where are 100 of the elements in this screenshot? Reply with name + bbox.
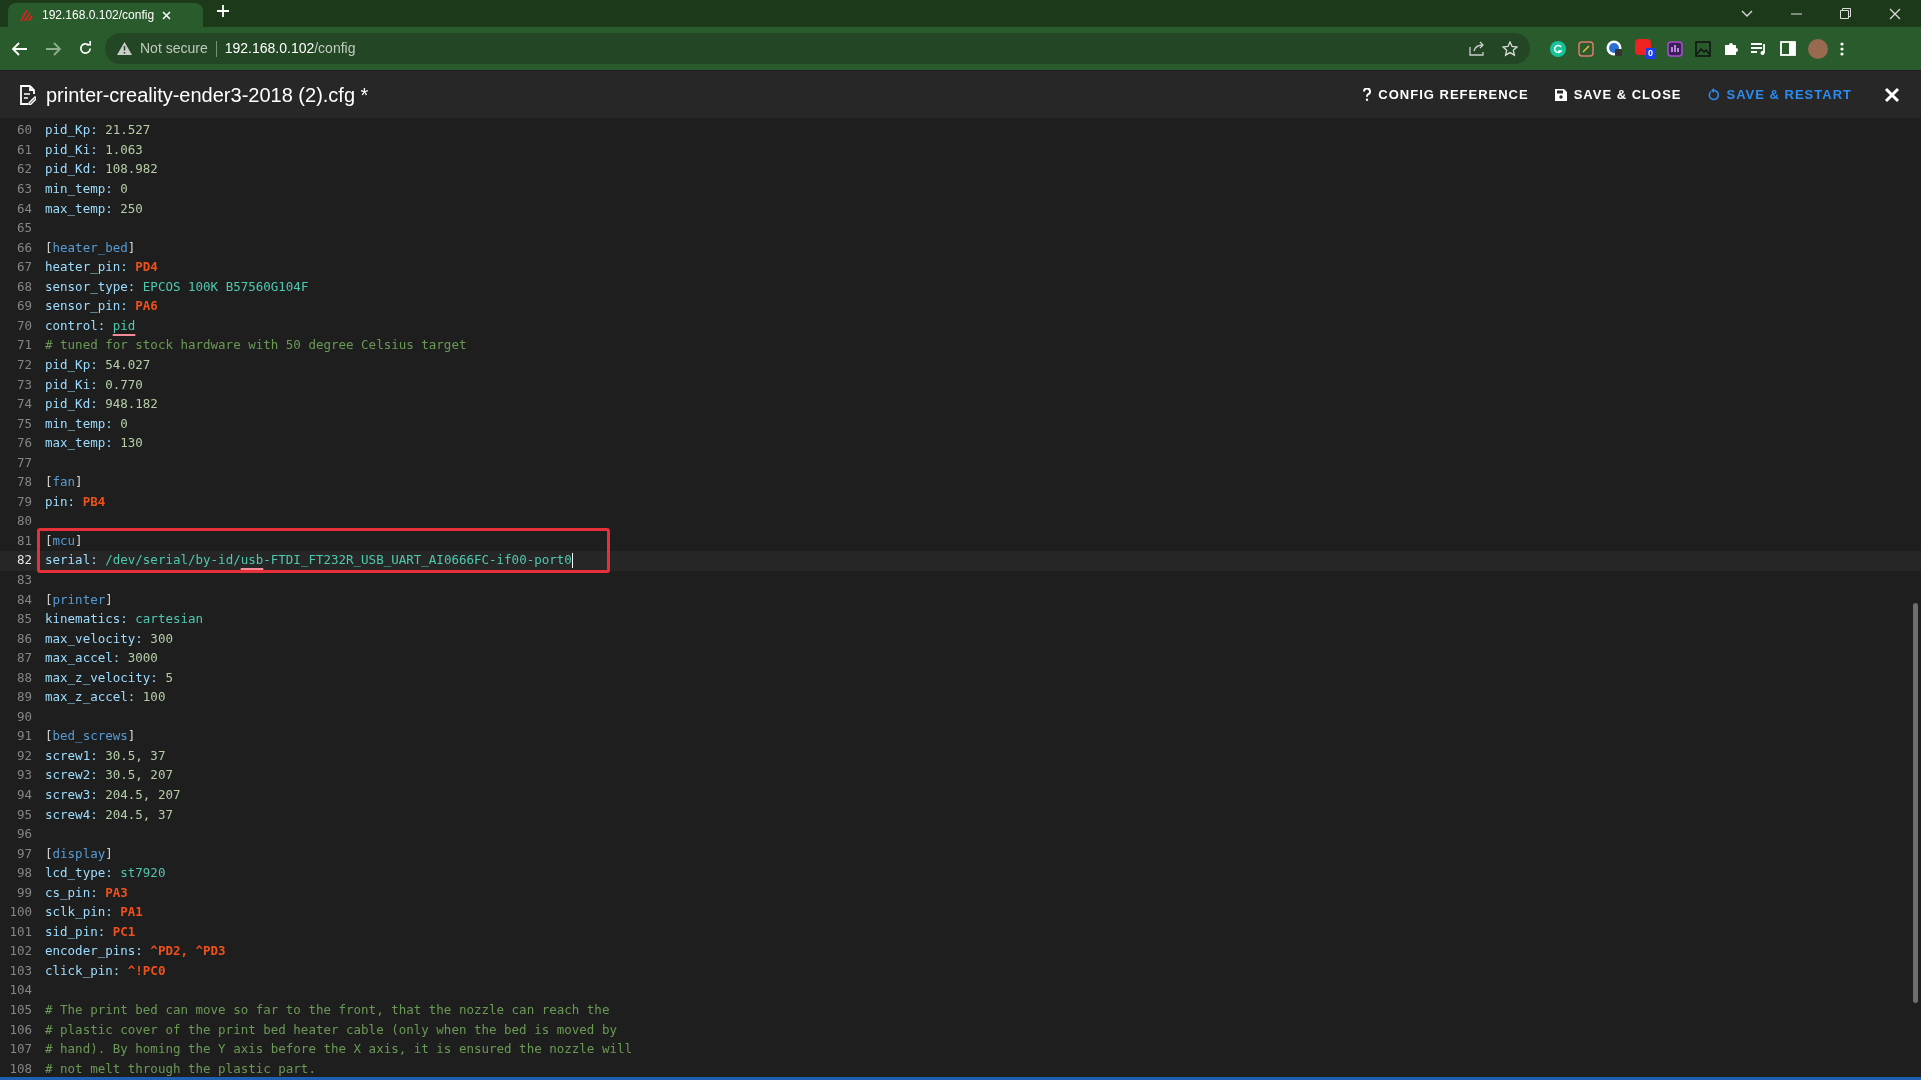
code-line: serial: /dev/serial/by-id/usb-FTDI_FT232R_USB_UART_AI0666FC-if00-port0 <box>45 551 573 571</box>
code-line: control: pid <box>45 316 136 335</box>
line-number: 96 <box>15 825 32 844</box>
code-line: pin: PB4 <box>45 492 106 511</box>
line-number: 101 <box>8 922 32 941</box>
code-line: screw3: 204.5, 207 <box>45 786 181 804</box>
code-comment: # tuned for stock hardware with 50 degree Celsius target <box>45 336 467 355</box>
star-icon[interactable] <box>1502 40 1518 57</box>
code-line: min_temp: 0 <box>45 180 128 199</box>
line-number: 95 <box>15 805 32 824</box>
section-header: [printer] <box>45 590 113 609</box>
code-comment: # The print bed can move so far to the front, that the nozzle can reach the <box>45 1001 610 1019</box>
section-header: [fan] <box>45 473 83 492</box>
code-line: max_accel: 3000 <box>45 649 158 668</box>
line-number: 71 <box>15 336 32 355</box>
line-number: 107 <box>8 1040 32 1059</box>
line-number: 93 <box>15 766 32 785</box>
section-header: [heater_bed] <box>45 238 136 257</box>
code-comment: # hand). By homing the Y axis before the X axis, it is ensured the nozzle will <box>45 1040 632 1059</box>
line-number: 69 <box>15 297 32 316</box>
file-edit-icon <box>19 84 36 105</box>
line-number: 97 <box>15 844 32 863</box>
code-line: pid_Ki: 1.063 <box>45 140 143 159</box>
line-number: 94 <box>15 786 32 804</box>
line-number: 108 <box>8 1059 32 1077</box>
line-number: 66 <box>15 238 32 257</box>
url-text: 192.168.0.102/config <box>224 39 356 58</box>
code-line: pid_Kp: 54.027 <box>45 355 151 374</box>
code-line: kinematics: cartesian <box>45 610 204 629</box>
extension-icon[interactable] <box>1606 40 1623 57</box>
line-number: 102 <box>8 942 32 961</box>
line-number: 81 <box>15 531 32 550</box>
back-arrow-icon[interactable] <box>12 41 28 56</box>
playlist-icon[interactable] <box>1751 41 1768 56</box>
line-number: 72 <box>15 355 32 374</box>
line-number: 60 <box>15 121 32 140</box>
code-line: screw4: 204.5, 37 <box>45 805 173 824</box>
code-comment: # not melt through the plastic part. <box>45 1059 316 1077</box>
reload-icon[interactable] <box>78 41 93 56</box>
minimize-icon[interactable] <box>1791 12 1802 15</box>
chevron-down-icon[interactable] <box>1741 9 1753 18</box>
code-line: click_pin: ^!PC0 <box>45 961 166 980</box>
code-line: max_velocity: 300 <box>45 629 173 648</box>
warning-icon <box>117 42 132 55</box>
code-line: screw1: 30.5, 37 <box>45 746 166 765</box>
code-line: pid_Kd: 108.982 <box>45 160 158 179</box>
line-number: 78 <box>15 473 32 492</box>
line-number: 104 <box>8 981 32 1000</box>
browser-tab[interactable]: 192.168.0.102/config <box>8 3 203 27</box>
code-line: sclk_pin: PA1 <box>45 903 143 922</box>
code-comment: # plastic cover of the print bed heater cable (only when the bed is moved by <box>45 1020 617 1039</box>
extension-icon[interactable] <box>1550 40 1566 57</box>
logo-icon <box>20 9 34 21</box>
action-button[interactable]: SAVE & CLOSE <box>1546 80 1690 109</box>
address-bar[interactable]: Not secure 192.168.0.102/config <box>105 33 1530 64</box>
line-number: 98 <box>15 864 32 883</box>
line-number: 91 <box>15 727 32 746</box>
line-number: 64 <box>15 199 32 218</box>
line-number: 89 <box>15 688 32 707</box>
line-number: 92 <box>15 746 32 765</box>
line-number: 82 <box>15 551 32 570</box>
tab-title: 192.168.0.102/config <box>42 7 155 24</box>
code-line: sensor_pin: PA6 <box>45 297 158 316</box>
line-number: 83 <box>15 570 32 589</box>
line-number: 76 <box>15 434 32 453</box>
line-number: 105 <box>8 1001 32 1019</box>
question-mark-icon <box>1363 88 1372 101</box>
action-button[interactable]: CONFIG REFERENCE <box>1355 80 1537 109</box>
line-number: 77 <box>15 453 32 472</box>
scrollbar-thumb[interactable] <box>1913 603 1918 1003</box>
code-line: encoder_pins: ^PD2, ^PD3 <box>45 942 226 961</box>
code-line: sid_pin: PC1 <box>45 922 136 941</box>
restore-icon[interactable] <box>1840 8 1851 19</box>
security-label: Not secure <box>140 39 208 58</box>
line-number: 67 <box>15 258 32 277</box>
line-number: 85 <box>15 610 32 629</box>
puzzle-icon[interactable] <box>1723 40 1739 57</box>
side-panel-icon[interactable] <box>1780 41 1796 56</box>
action-button[interactable]: SAVE & RESTART <box>1699 80 1860 109</box>
line-number: 100 <box>8 903 32 922</box>
more-options-icon[interactable] <box>1840 41 1844 56</box>
line-number: 99 <box>15 883 32 902</box>
line-number: 79 <box>15 492 32 511</box>
code-line: max_temp: 130 <box>45 434 143 453</box>
line-number: 90 <box>15 707 32 726</box>
line-number: 88 <box>15 668 32 687</box>
plus-icon <box>216 4 230 18</box>
code-line: cs_pin: PA3 <box>45 883 128 902</box>
forward-arrow-icon[interactable] <box>45 41 61 56</box>
code-line: pid_Kp: 21.527 <box>45 121 151 140</box>
section-header: [mcu] <box>45 531 83 550</box>
code-line: heater_pin: PD4 <box>45 258 158 277</box>
file-title: printer-creality-ender3-2018 (2).cfg * <box>46 82 369 108</box>
close-icon[interactable] <box>1889 7 1901 20</box>
line-number: 61 <box>15 140 32 159</box>
share-icon[interactable] <box>1469 41 1485 56</box>
extension-icon[interactable] <box>1667 40 1683 57</box>
code-line: pid_Ki: 0.770 <box>45 375 143 394</box>
line-number: 103 <box>8 961 32 980</box>
line-number: 86 <box>15 629 32 648</box>
